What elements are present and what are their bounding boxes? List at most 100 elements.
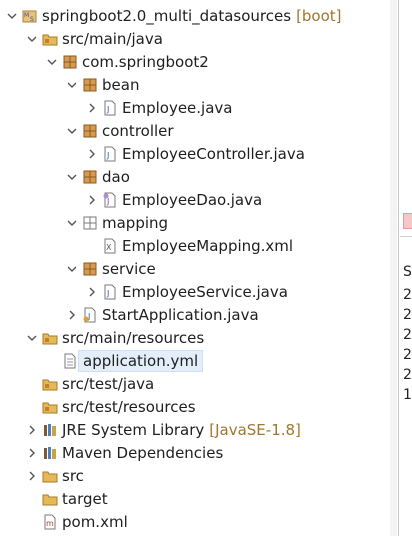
side-panel-value: 2 [403,327,412,343]
tree-item-mapping[interactable]: mapping [66,211,168,234]
tree-item-label: dao [102,167,130,186]
chevron-down-icon[interactable] [26,33,38,45]
chevron-right-icon[interactable] [26,470,38,482]
library-icon [42,422,58,438]
side-panel-value: 2 [403,367,412,383]
tree-item-employee-mapping-xml[interactable]: X EmployeeMapping.xml [86,234,293,257]
package-icon [82,169,98,185]
chevron-right-icon[interactable] [26,424,38,436]
java-file-icon: J [102,100,118,116]
tree-item-label: Employee.java [122,98,233,117]
tree-item-label: bean [102,75,140,94]
package-icon [62,54,78,70]
tree-item-decoration: [boot] [296,6,342,25]
tree-item-bean[interactable]: bean [66,73,139,96]
java-file-icon: J [102,284,118,300]
folder-icon [42,468,58,484]
source-folder-icon [42,330,58,346]
tree-item-employee-controller-java[interactable]: J EmployeeController.java [86,142,305,165]
svg-text:J: J [106,105,109,114]
side-panel-value: 2 [403,287,412,303]
tree-item-src-test-java[interactable]: src/test/java [26,372,154,395]
tree-item-label: EmployeeMapping.xml [122,236,294,255]
tree-item-maven-dependencies[interactable]: Maven Dependencies [26,441,223,464]
source-folder-icon [42,399,58,415]
tree-item-target[interactable]: target [26,487,108,510]
tree-item-label: EmployeeController.java [122,144,305,163]
maven-pom-icon: m [42,514,58,530]
chevron-down-icon[interactable] [6,10,18,22]
tree-item-label: springboot2.0_multi_datasources [42,6,292,25]
tree-item-label: JRE System Library [62,420,205,439]
tree-item-pom-xml[interactable]: m pom.xml [26,510,128,533]
tree-item-label: StartApplication.java [102,305,259,324]
tree-item-label: src/main/resources [62,328,205,347]
package-icon [82,77,98,93]
tree-item-dao[interactable]: dao [66,165,130,188]
tree-item-label: application.yml [78,349,204,372]
chevron-right-icon[interactable] [66,309,78,321]
tree-item-src[interactable]: src [26,464,84,487]
chevron-down-icon[interactable] [66,171,78,183]
panel-divider [400,236,412,237]
java-interface-file-icon: J [102,192,118,208]
tree-item-label: service [102,259,156,278]
package-icon [82,123,98,139]
source-folder-icon [42,31,58,47]
tree-item-start-application-java[interactable]: J StartApplication.java [66,303,259,326]
tree-item-src-test-resources[interactable]: src/test/resources [26,395,196,418]
svg-text:S: S [30,16,34,23]
side-panel-value: 1 [403,387,412,403]
chevron-right-icon[interactable] [86,194,98,206]
tree-item-label: src/main/java [62,29,163,48]
chevron-down-icon[interactable] [46,56,58,68]
tree-item-label: EmployeeService.java [122,282,288,301]
tree-item-label: src/test/java [62,374,155,393]
panel-tab-icon[interactable] [403,213,412,229]
side-panel-header: S [403,264,412,280]
side-panel-value: 2 [403,307,412,323]
svg-text:m: m [46,519,54,528]
tree-item-label: Maven Dependencies [62,443,224,462]
chevron-right-icon[interactable] [86,102,98,114]
tree-item-label: target [62,489,108,508]
tree-item-project[interactable]: M S springboot2.0_multi_datasources [boo… [6,4,342,27]
tree-item-label: controller [102,121,174,140]
tree-item-jre-system-library[interactable]: JRE System Library [JavaSE-1.8] [26,418,301,441]
package-explorer-tree: M S springboot2.0_multi_datasources [boo… [0,0,390,536]
tree-item-label: pom.xml [62,512,128,531]
svg-text:J: J [106,289,109,298]
tree-item-employee-dao-java[interactable]: J EmployeeDao.java [86,188,262,211]
side-panel-value: 2 [403,347,412,363]
tree-item-src-main-resources[interactable]: src/main/resources [26,326,204,349]
chevron-down-icon[interactable] [26,332,38,344]
tree-item-package-root[interactable]: com.springboot2 [46,50,209,73]
tree-item-service[interactable]: service [66,257,156,280]
chevron-down-icon[interactable] [66,263,78,275]
tree-item-label: src [62,466,84,485]
chevron-right-icon[interactable] [86,286,98,298]
tree-item-employee-java[interactable]: J Employee.java [86,96,233,119]
tree-item-src-main-java[interactable]: src/main/java [26,27,163,50]
svg-text:J: J [106,151,109,160]
folder-icon [42,491,58,507]
chevron-down-icon[interactable] [66,125,78,137]
svg-text:X: X [106,243,112,252]
tree-item-label: EmployeeDao.java [122,190,263,209]
chevron-right-icon[interactable] [26,447,38,459]
chevron-down-icon[interactable] [66,79,78,91]
source-folder-icon [42,376,58,392]
tree-item-label: com.springboot2 [82,52,209,71]
tree-item-controller[interactable]: controller [66,119,174,142]
tree-scrollbar[interactable] [390,0,397,536]
chevron-right-icon[interactable] [86,148,98,160]
chevron-down-icon[interactable] [66,217,78,229]
library-icon [42,445,58,461]
xml-file-icon: X [102,238,118,254]
maven-project-icon: M S [22,8,38,24]
tree-item-decoration: [JavaSE-1.8] [209,420,301,439]
tree-item-label: src/test/resources [62,397,196,416]
tree-item-label: mapping [102,213,169,232]
tree-item-employee-service-java[interactable]: J EmployeeService.java [86,280,288,303]
tree-item-application-yml[interactable]: application.yml [46,349,204,372]
